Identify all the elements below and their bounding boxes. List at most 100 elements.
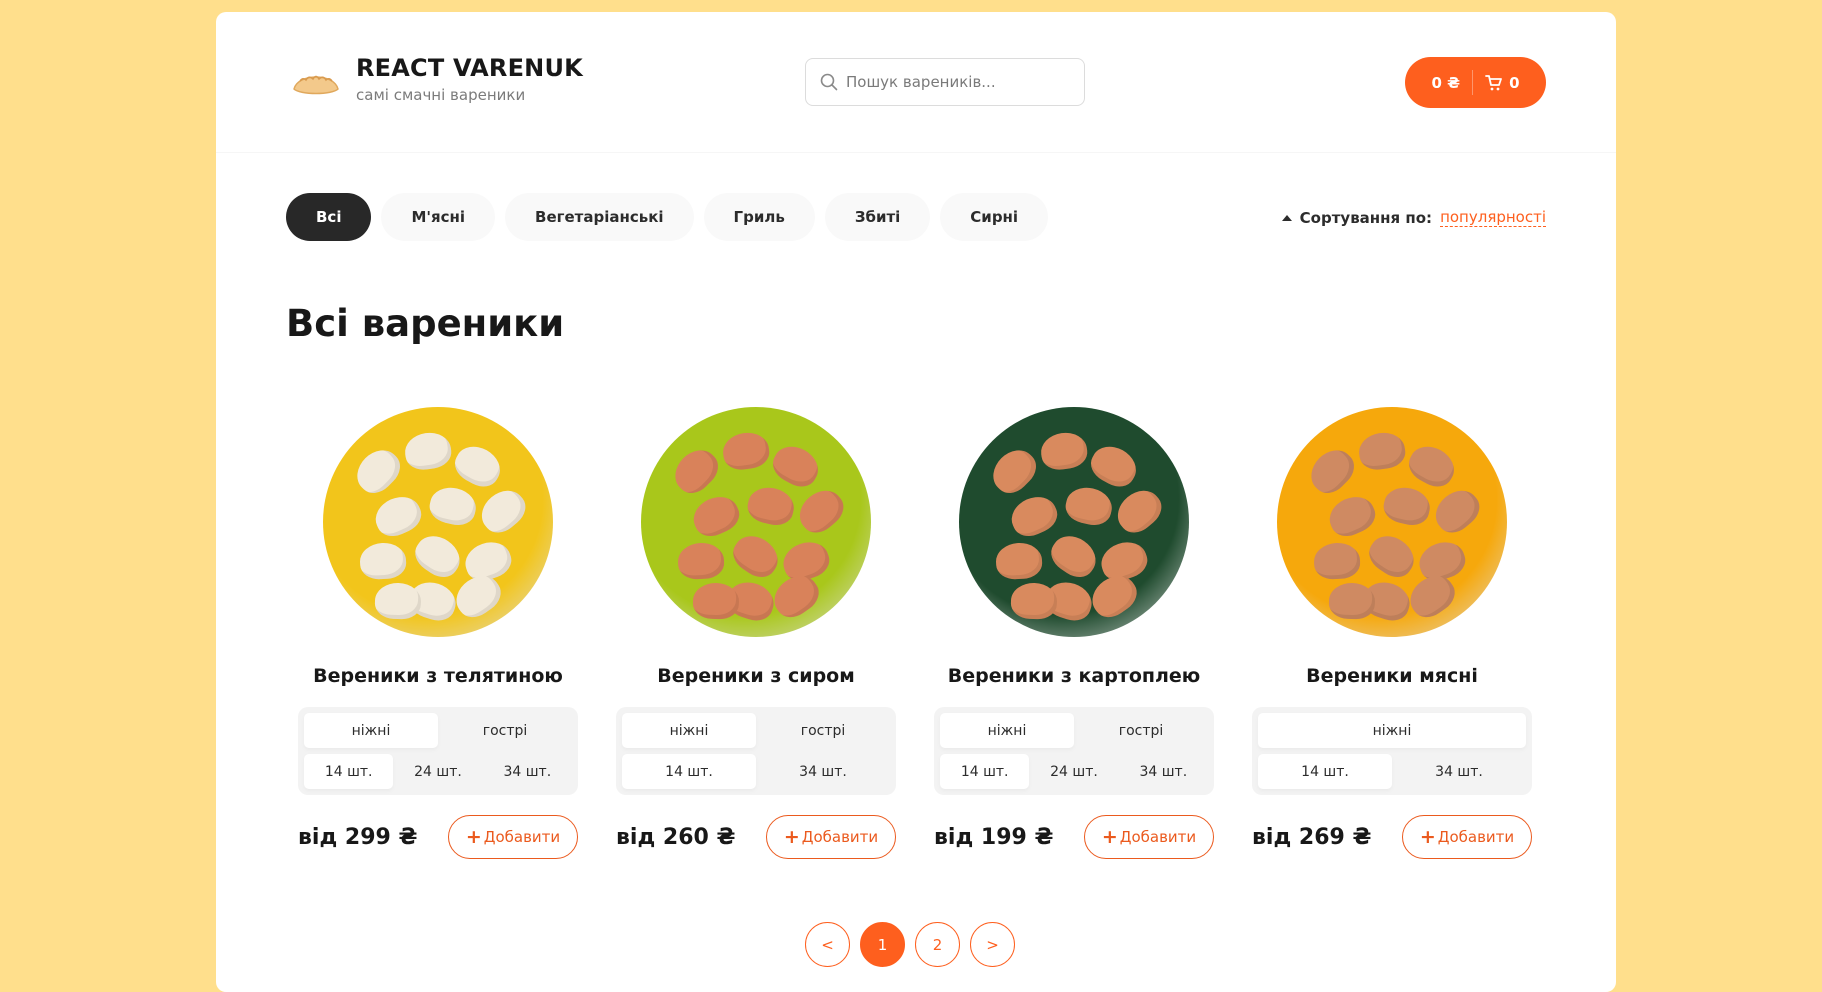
product-title: Вереники з картоплею: [947, 665, 1201, 687]
dumpling: [369, 490, 427, 542]
size-option[interactable]: 34 шт.: [1392, 754, 1526, 789]
plus-icon: +: [783, 826, 800, 848]
category-meat[interactable]: М'ясні: [381, 193, 496, 241]
product-card: Вереники мясні ніжні 14 шт. 34 шт. від 2…: [1252, 407, 1532, 859]
size-option[interactable]: 34 шт.: [1119, 754, 1208, 789]
product-footer: від 269 ₴ + Добавити: [1252, 815, 1532, 859]
search-box[interactable]: [805, 58, 1085, 106]
dumpling: [677, 541, 725, 581]
dumpling: [1085, 439, 1143, 493]
add-to-cart-button[interactable]: + Добавити: [1402, 815, 1532, 859]
category-grill[interactable]: Гриль: [703, 193, 815, 241]
add-button-label: Добавити: [483, 828, 561, 846]
prev-page-button[interactable]: <: [805, 922, 850, 967]
category-vegetarian[interactable]: Вегетаріанські: [505, 193, 694, 241]
size-option[interactable]: 34 шт.: [483, 754, 572, 789]
size-options: 14 шт. 34 шт.: [1258, 754, 1526, 789]
dumpling: [1427, 482, 1487, 540]
dumpling: [985, 442, 1043, 500]
add-to-cart-button[interactable]: + Добавити: [1084, 815, 1214, 859]
type-option[interactable]: ніжні: [304, 713, 438, 748]
category-all[interactable]: Всі: [286, 193, 372, 241]
dumpling: [1356, 429, 1408, 473]
type-option[interactable]: гострі: [1074, 713, 1208, 748]
product-footer: від 199 ₴ + Добавити: [934, 815, 1214, 859]
product-selector: ніжні 14 шт. 34 шт.: [1252, 707, 1532, 795]
dumpling: [687, 490, 745, 542]
product-card: Вереники з сиром ніжні гострі 14 шт. 34 …: [616, 407, 896, 859]
logo[interactable]: REACT VARENUK самі смачні вареники: [292, 54, 583, 104]
dumpling: [995, 541, 1043, 581]
size-option[interactable]: 34 шт.: [756, 754, 890, 789]
dumpling: [1062, 483, 1116, 529]
sort-arrow-icon: [1281, 214, 1292, 221]
size-option[interactable]: 14 шт.: [940, 754, 1030, 789]
dumpling: [1403, 439, 1461, 493]
product-title: Вереники з телятиною: [313, 665, 563, 687]
type-options: ніжні гострі: [940, 713, 1208, 748]
next-page-button[interactable]: >: [970, 922, 1015, 967]
dumpling: [1109, 482, 1169, 540]
type-options: ніжні гострі: [622, 713, 890, 748]
dumpling: [1323, 490, 1381, 542]
app-container: REACT VARENUK самі смачні вареники 0 ₴ 0…: [216, 12, 1616, 992]
size-option[interactable]: 24 шт.: [393, 754, 482, 789]
logo-subtitle: самі смачні вареники: [356, 86, 526, 104]
dumpling: [1380, 483, 1434, 529]
product-grid: Вереники з телятиною ніжні гострі 14 шт.…: [298, 407, 1532, 859]
size-option[interactable]: 14 шт.: [1258, 754, 1392, 789]
category-whipped[interactable]: Збиті: [824, 193, 931, 241]
search-icon: [820, 73, 838, 91]
size-option[interactable]: 14 шт.: [622, 754, 756, 789]
dumpling: [791, 482, 851, 540]
add-to-cart-button[interactable]: + Добавити: [766, 815, 896, 859]
page-title: Всі вареники: [286, 302, 565, 345]
dumpling: [1044, 528, 1104, 584]
type-option[interactable]: ніжні: [622, 713, 756, 748]
product-selector: ніжні гострі 14 шт. 24 шт. 34 шт.: [298, 707, 578, 795]
header: REACT VARENUK самі смачні вареники 0 ₴ 0: [216, 12, 1616, 153]
product-footer: від 260 ₴ + Добавити: [616, 815, 896, 859]
product-title: Вереники з сиром: [657, 665, 855, 687]
add-button-label: Добавити: [801, 828, 879, 846]
dumpling: [1362, 528, 1422, 584]
add-to-cart-button[interactable]: + Добавити: [448, 815, 578, 859]
product-title: Вереники мясні: [1306, 665, 1478, 687]
size-option[interactable]: 14 шт.: [304, 754, 394, 789]
category-cheese[interactable]: Сирні: [940, 193, 1049, 241]
product-image: [641, 407, 871, 637]
add-button-label: Добавити: [1437, 828, 1515, 846]
type-option[interactable]: гострі: [438, 713, 572, 748]
product-price: від 299 ₴: [298, 824, 418, 850]
product-price: від 199 ₴: [934, 824, 1054, 850]
page-button-1[interactable]: 1: [860, 922, 905, 967]
plus-icon: +: [465, 826, 482, 848]
search-input[interactable]: [846, 73, 1066, 91]
cart-button[interactable]: 0 ₴ 0: [1405, 57, 1546, 108]
size-options: 14 шт. 34 шт.: [622, 754, 890, 789]
type-option[interactable]: ніжні: [1258, 713, 1526, 748]
pagination: < 1 2 >: [805, 922, 1025, 967]
dumpling: [667, 442, 725, 500]
dumpling: [1313, 541, 1361, 581]
sort-value[interactable]: популярності: [1440, 208, 1546, 227]
type-option[interactable]: гострі: [756, 713, 890, 748]
dumpling: [1005, 490, 1063, 542]
product-image: [1277, 407, 1507, 637]
dumpling-logo-icon: [293, 75, 339, 95]
page-button-2[interactable]: 2: [915, 922, 960, 967]
plus-icon: +: [1101, 826, 1118, 848]
dumpling: [1010, 582, 1058, 620]
size-option[interactable]: 24 шт.: [1029, 754, 1118, 789]
product-card: Вереники з телятиною ніжні гострі 14 шт.…: [298, 407, 578, 859]
dumpling: [449, 439, 507, 493]
add-button-label: Добавити: [1119, 828, 1197, 846]
product-selector: ніжні гострі 14 шт. 24 шт. 34 шт.: [934, 707, 1214, 795]
product-selector: ніжні гострі 14 шт. 34 шт.: [616, 707, 896, 795]
type-options: ніжні: [1258, 713, 1526, 748]
product-footer: від 299 ₴ + Добавити: [298, 815, 578, 859]
product-card: Вереники з картоплею ніжні гострі 14 шт.…: [934, 407, 1214, 859]
dumpling: [408, 528, 468, 584]
type-option[interactable]: ніжні: [940, 713, 1074, 748]
category-list: Всі М'ясні Вегетаріанські Гриль Збиті Си…: [286, 193, 1058, 241]
